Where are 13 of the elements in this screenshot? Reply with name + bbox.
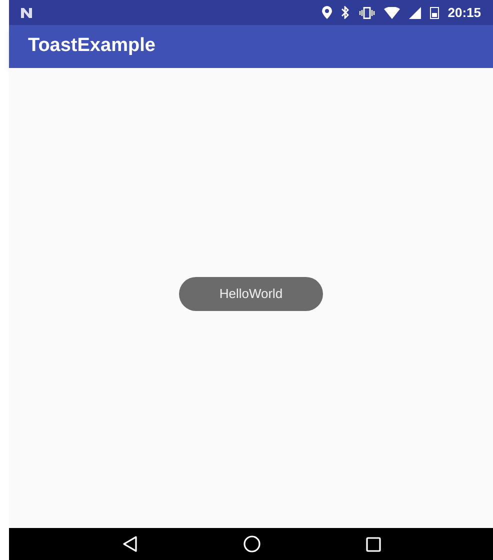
wifi-icon	[384, 6, 400, 18]
recent-apps-icon[interactable]	[366, 536, 380, 552]
battery-icon	[430, 6, 439, 18]
back-icon[interactable]	[122, 536, 138, 552]
notification-icon	[21, 8, 35, 18]
home-icon[interactable]	[242, 535, 260, 553]
bluetooth-icon	[340, 6, 350, 19]
app-title: ToastExample	[28, 34, 156, 58]
signal-icon	[408, 6, 421, 18]
location-icon	[322, 6, 332, 19]
toast-message: HelloWorld	[179, 277, 323, 311]
vibrate-icon	[358, 6, 375, 18]
clock-time: 20:15	[448, 4, 481, 22]
